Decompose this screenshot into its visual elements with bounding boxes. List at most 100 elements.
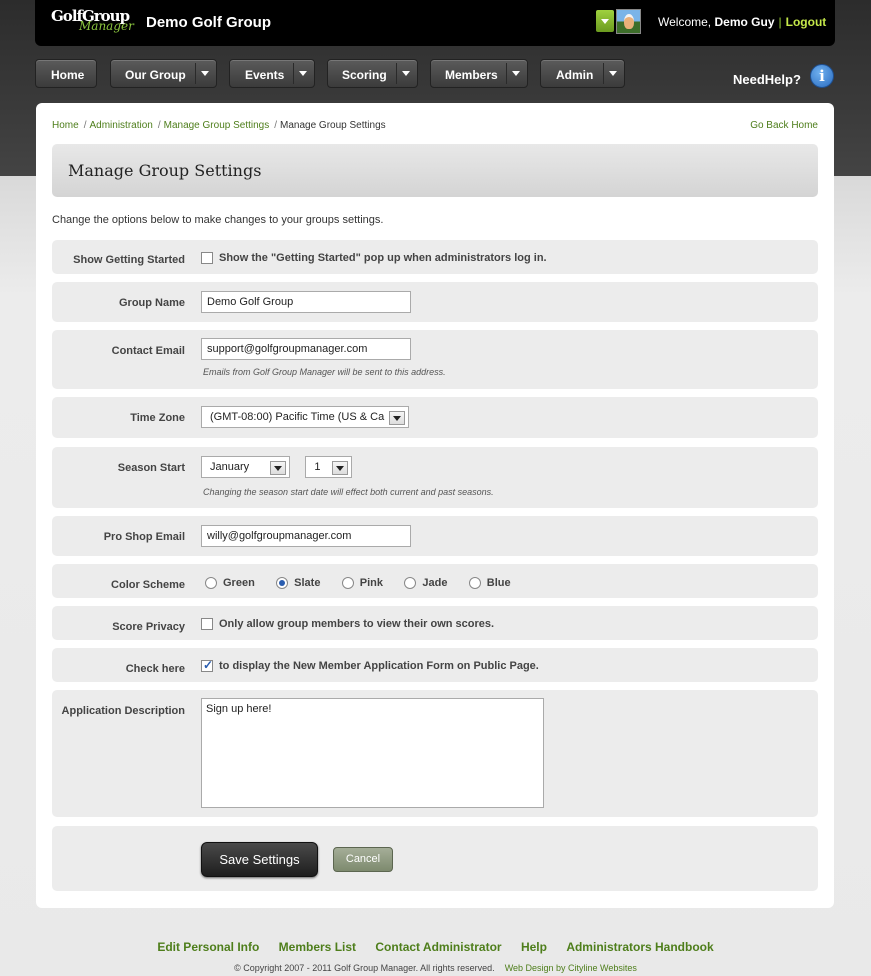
color-scheme-radio-group: Green Slate Pink Jade Blue	[201, 575, 525, 589]
need-help-link[interactable]: NeedHelp?	[733, 72, 801, 87]
intro-text: Change the options below to make changes…	[52, 214, 384, 226]
row-group-name: Group Name	[52, 282, 818, 322]
contact-email-hint: Emails from Golf Group Manager will be s…	[203, 367, 446, 377]
group-name-title: Demo Golf Group	[146, 14, 271, 31]
chevron-down-icon[interactable]	[293, 63, 313, 84]
footer-links: Edit Personal Info Members List Contact …	[0, 940, 871, 954]
chevron-down-icon[interactable]	[603, 63, 623, 84]
nav-home-button[interactable]: Home	[35, 59, 97, 88]
getting-started-checkbox[interactable]	[201, 251, 213, 264]
avatar[interactable]	[616, 9, 641, 34]
chevron-down-icon[interactable]	[396, 63, 416, 84]
logo[interactable]: GolfGroup Manager	[51, 5, 135, 35]
time-zone-select[interactable]: (GMT-08:00) Pacific Time (US & Ca	[201, 406, 409, 428]
color-slate-radio[interactable]	[276, 576, 289, 589]
getting-started-text: Show the "Getting Started" pop up when a…	[219, 251, 547, 264]
footer-link-edit-personal-info[interactable]: Edit Personal Info	[157, 940, 259, 954]
application-description-label: Application Description	[61, 705, 185, 717]
top-bar: GolfGroup Manager Demo Golf Group Welcom…	[35, 0, 835, 46]
row-score-privacy: Score Privacy Only allow group members t…	[52, 606, 818, 640]
chevron-down-icon[interactable]	[195, 63, 215, 84]
row-check-here: Check here to display the New Member App…	[52, 648, 818, 682]
pro-shop-email-input[interactable]	[201, 525, 411, 547]
nav-label: Scoring	[342, 68, 387, 82]
nav-label: Events	[245, 68, 285, 82]
copyright: © Copyright 2007 - 2011 Golf Group Manag…	[0, 963, 871, 973]
season-month-select[interactable]: January	[201, 456, 290, 478]
breadcrumb-home[interactable]: Home	[52, 120, 79, 131]
color-green-label: Green	[223, 576, 255, 589]
check-here-label: Check here	[125, 663, 185, 675]
row-color-scheme: Color Scheme Green Slate Pink Jade Blue	[52, 564, 818, 598]
season-day-value: 1	[314, 461, 321, 473]
footer-link-contact-administrator[interactable]: Contact Administrator	[375, 940, 501, 954]
chevron-down-icon[interactable]	[332, 461, 349, 475]
group-name-label: Group Name	[118, 297, 185, 309]
score-privacy-text: Only allow group members to view their o…	[219, 617, 495, 630]
breadcrumb-separator: /	[83, 120, 87, 131]
application-description-textarea[interactable]: Sign up here!	[201, 698, 544, 808]
breadcrumb-separator: /	[274, 120, 278, 131]
welcome-prefix: Welcome,	[658, 15, 712, 29]
season-start-hint: Changing the season start date will effe…	[203, 487, 494, 497]
breadcrumb-administration[interactable]: Administration	[89, 120, 152, 131]
footer-link-help[interactable]: Help	[521, 940, 547, 954]
cancel-button[interactable]: Cancel	[333, 847, 393, 872]
separator: |	[778, 15, 782, 29]
getting-started-label: Show Getting Started	[73, 254, 185, 266]
main-panel: Home / Administration / Manage Group Setting…	[36, 103, 834, 908]
nav-label: Home	[51, 68, 85, 82]
copyright-text: © Copyright 2007 - 2011 Golf Group Manag…	[234, 963, 495, 973]
color-jade-radio[interactable]	[404, 576, 417, 589]
chevron-down-icon[interactable]	[389, 411, 405, 425]
nav-label: Members	[445, 68, 498, 82]
contact-email-label: Contact Email	[111, 345, 185, 357]
color-jade-label: Jade	[422, 576, 448, 589]
time-zone-value: (GMT-08:00) Pacific Time (US & Ca	[210, 411, 385, 423]
time-zone-label: Time Zone	[130, 412, 185, 424]
score-privacy-label: Score Privacy	[112, 621, 185, 633]
getting-started-field: Show the "Getting Started" pop up when a…	[201, 250, 547, 264]
color-blue-label: Blue	[486, 576, 511, 589]
color-pink-label: Pink	[359, 576, 384, 589]
footer-link-members-list[interactable]: Members List	[279, 940, 356, 954]
row-application-description: Application Description Sign up here!	[52, 690, 818, 817]
color-slate-label: Slate	[294, 576, 321, 589]
nav-admin-button[interactable]: Admin	[540, 59, 625, 88]
season-month-value: January	[210, 461, 250, 473]
user-name: Demo Guy	[714, 15, 775, 29]
welcome-text: Welcome, Demo Guy | Logout	[658, 15, 826, 29]
footer-link-administrators-handbook[interactable]: Administrators Handbook	[566, 940, 713, 954]
public-application-checkbox[interactable]	[201, 658, 213, 672]
breadcrumb-manage-group-settings[interactable]: Manage Group Settings	[164, 120, 270, 131]
public-application-text: to display the New Member Application Fo…	[219, 659, 539, 672]
user-menu-chevron-down-icon[interactable]	[596, 10, 614, 32]
season-day-select[interactable]: 1	[305, 456, 353, 478]
chevron-down-icon[interactable]	[270, 461, 286, 475]
chevron-down-icon[interactable]	[506, 63, 526, 84]
breadcrumb: Home / Administration / Manage Group Setting…	[52, 120, 386, 131]
nav-our-group-button[interactable]: Our Group	[110, 59, 217, 88]
color-green-radio[interactable]	[205, 576, 217, 589]
page-title: Manage Group Settings	[68, 161, 262, 180]
nav-label: Admin	[556, 68, 594, 82]
row-show-getting-started: Show Getting Started Show the "Getting S…	[52, 240, 818, 274]
contact-email-input[interactable]	[201, 338, 411, 360]
color-blue-radio[interactable]	[468, 576, 481, 589]
group-name-input[interactable]	[201, 291, 411, 313]
nav-label: Our Group	[125, 68, 186, 82]
color-pink-radio[interactable]	[341, 576, 354, 589]
color-scheme-label: Color Scheme	[111, 579, 185, 591]
row-time-zone: Time Zone (GMT-08:00) Pacific Time (US &…	[52, 397, 818, 438]
nav-events-button[interactable]: Events	[229, 59, 315, 88]
logout-link[interactable]: Logout	[786, 15, 827, 29]
info-icon[interactable]: i	[810, 64, 834, 88]
web-design-link[interactable]: Web Design by Cityline Websites	[505, 963, 637, 973]
nav-members-button[interactable]: Members	[430, 59, 528, 88]
go-back-home-link[interactable]: Go Back Home	[750, 120, 818, 131]
nav-scoring-button[interactable]: Scoring	[327, 59, 418, 88]
score-privacy-checkbox[interactable]	[201, 617, 213, 630]
breadcrumb-current: Manage Group Settings	[280, 120, 386, 131]
save-settings-button[interactable]: Save Settings	[201, 842, 318, 877]
row-pro-shop-email: Pro Shop Email	[52, 516, 818, 556]
